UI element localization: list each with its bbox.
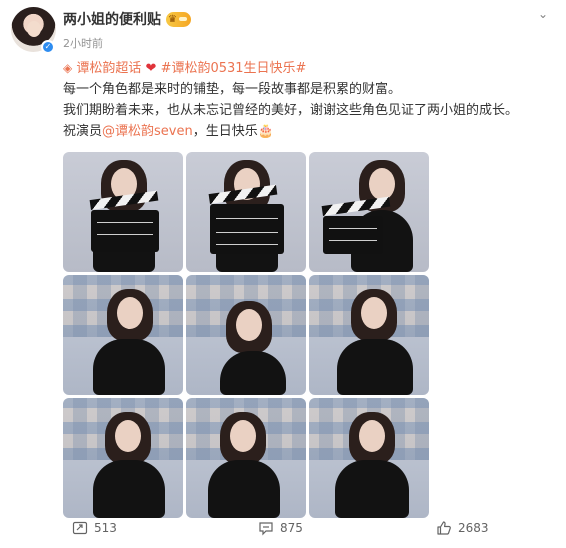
verified-badge-icon: ✓ (41, 40, 55, 54)
action-bar: 513 875 2683 (0, 520, 566, 548)
repost-count: 513 (94, 521, 117, 535)
post-image-2[interactable] (186, 152, 306, 272)
post-content: ◈ 谭松韵超话 ❤ #谭松韵0531生日快乐# 每一个角色都是来时的铺垫，每一段… (63, 58, 543, 142)
chevron-down-icon[interactable]: ⌄ (538, 7, 548, 21)
post-text-line-2: 我们期盼着未来，也从未忘记曾经的美好，谢谢这些角色见证了两小姐的成长。 (63, 103, 519, 118)
comment-icon (259, 522, 273, 536)
post-text-line-3: 祝演员@谭松韵seven，生日快乐🎂 (63, 121, 543, 142)
location-icon: ◈ (63, 61, 73, 75)
repost-button[interactable]: 513 (72, 520, 117, 536)
line3-prefix: 祝演员 (63, 124, 103, 139)
avatar-face (27, 21, 41, 37)
post-image-1[interactable] (63, 152, 183, 272)
post-image-3[interactable] (309, 152, 429, 272)
post-time[interactable]: 2小时前 (63, 35, 103, 51)
author-name[interactable]: 两小姐的便利贴 (63, 9, 161, 29)
comment-count: 875 (280, 521, 303, 535)
post-image-5[interactable] (186, 275, 306, 395)
like-icon (437, 521, 451, 535)
post-text-line-1: 每一个角色都是来时的铺垫，每一段故事都是积累的财富。 (63, 82, 402, 97)
post-image-4[interactable] (63, 275, 183, 395)
weibo-post-card: ✓ 两小姐的便利贴 ♛ 2小时前 ⌄ ◈ 谭松韵超话 ❤ #谭松韵0531生日快… (0, 0, 566, 548)
image-grid (63, 152, 430, 518)
comment-button[interactable]: 875 (258, 520, 303, 536)
heart-icon: ❤ (145, 61, 157, 76)
crown-badge-icon[interactable]: ♛ (166, 11, 191, 27)
like-button[interactable]: 2683 (436, 520, 489, 536)
cake-emoji: 🎂 (257, 124, 274, 139)
post-image-8[interactable] (186, 398, 306, 518)
hashtag-link[interactable]: #谭松韵0531生日快乐# (161, 61, 307, 76)
author-row: 两小姐的便利贴 ♛ (63, 9, 191, 29)
line3-suffix: ，生日快乐 (192, 124, 258, 139)
post-image-7[interactable] (63, 398, 183, 518)
repost-icon (72, 521, 88, 535)
post-image-6[interactable] (309, 275, 429, 395)
like-count: 2683 (458, 521, 489, 535)
mention-link[interactable]: @谭松韵seven (102, 124, 193, 139)
topic-line: ◈ 谭松韵超话 ❤ #谭松韵0531生日快乐# (63, 58, 543, 79)
post-image-9[interactable] (309, 398, 429, 518)
supertopic-link[interactable]: 谭松韵超话 (76, 61, 141, 76)
